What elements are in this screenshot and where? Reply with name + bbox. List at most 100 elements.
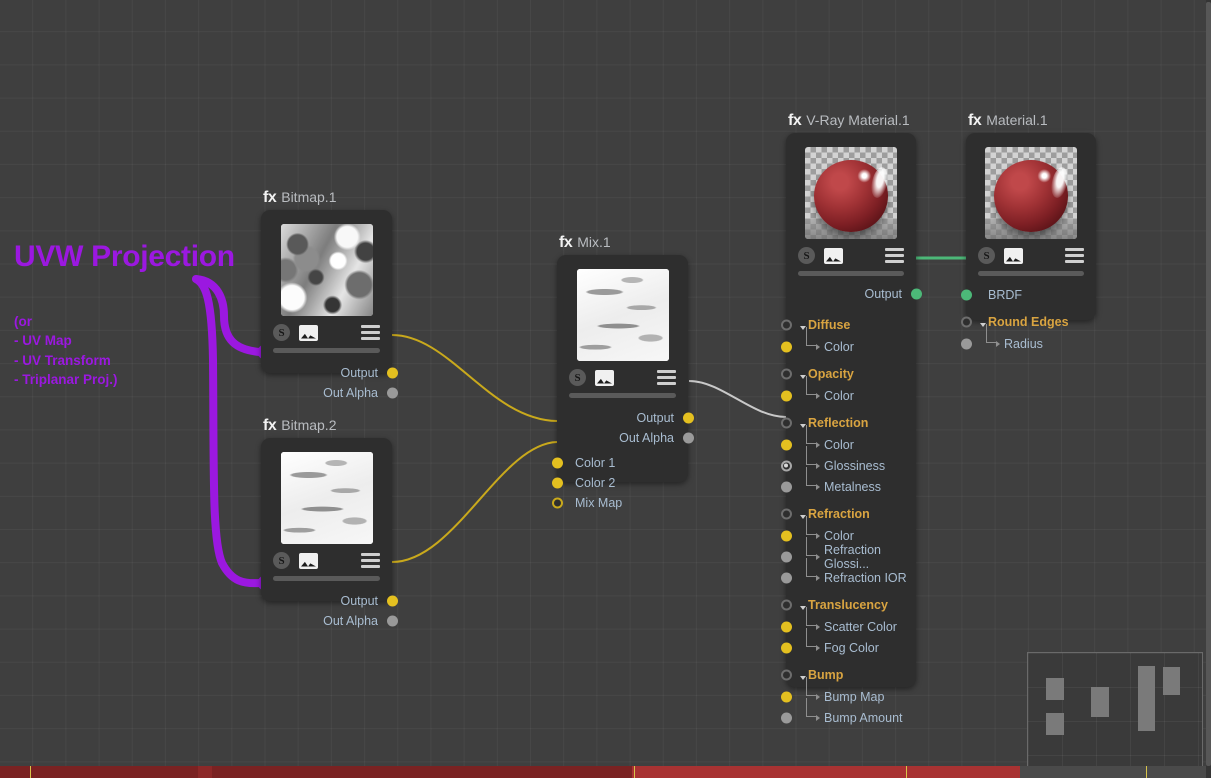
thumbnail-noise-texture[interactable]: [280, 224, 373, 316]
socket-color-2[interactable]: [551, 477, 563, 489]
image-icon[interactable]: [824, 247, 843, 264]
node-toolbar[interactable]: S: [261, 316, 392, 342]
thumbnail-red-sphere-preview[interactable]: [805, 147, 897, 239]
hamburger-icon[interactable]: [885, 248, 904, 263]
thumbnail-marble-texture[interactable]: [280, 452, 373, 544]
image-icon[interactable]: [299, 324, 318, 341]
node-slider[interactable]: [569, 393, 676, 398]
output-port-row[interactable]: Output: [261, 591, 398, 611]
socket-bump-amount[interactable]: [780, 712, 792, 723]
node-bitmap-2[interactable]: fx Bitmap.2 S Output Out Alpha: [261, 417, 398, 628]
image-icon[interactable]: [1004, 247, 1023, 264]
hamburger-icon[interactable]: [1065, 248, 1084, 263]
scrollbar-thumb[interactable]: [1206, 2, 1211, 766]
socket-output[interactable]: [386, 595, 398, 607]
annotation-line: (or: [14, 314, 32, 329]
socket-refraction-ior[interactable]: [780, 572, 792, 583]
socket-metalness[interactable]: [780, 481, 792, 492]
timeline-segment[interactable]: [1020, 766, 1211, 778]
input-port-row-brdf[interactable]: BRDF: [960, 284, 1096, 305]
param-diffuse-color[interactable]: Color: [780, 327, 916, 357]
out-alpha-port-row[interactable]: Out Alpha: [557, 428, 694, 448]
socket-fog-color[interactable]: [780, 642, 792, 653]
node-vray-material-1[interactable]: fx V-Ray Material.1 S Output Diffuse Col…: [780, 112, 922, 725]
param-fog-color[interactable]: Fog Color: [780, 628, 916, 658]
hamburger-icon[interactable]: [361, 325, 380, 340]
socket-bump-map[interactable]: [780, 691, 792, 702]
socket-group-reflection[interactable]: [780, 417, 792, 429]
output-port-row[interactable]: Output: [786, 284, 922, 304]
socket-group-refraction[interactable]: [780, 508, 792, 520]
socket-refraction-glossiness[interactable]: [780, 551, 792, 562]
socket-scatter-color[interactable]: [780, 621, 792, 632]
socket-group-diffuse[interactable]: [780, 319, 792, 331]
node-graph-canvas[interactable]: UVW Projection (or - UV Map - UV Transfo…: [0, 0, 1211, 778]
socket-opacity-color[interactable]: [780, 390, 792, 401]
fx-icon: fx: [968, 112, 982, 129]
annotation-line: - UV Map: [14, 333, 72, 349]
out-alpha-port-row[interactable]: Out Alpha: [261, 611, 398, 631]
image-icon[interactable]: [299, 552, 318, 569]
socket-output[interactable]: [910, 288, 922, 300]
timeline-segment[interactable]: [212, 766, 632, 778]
input-port-row-color-1[interactable]: Color 1: [551, 453, 688, 473]
node-slider[interactable]: [273, 348, 380, 353]
socket-mix-map[interactable]: [551, 497, 563, 509]
socket-radius[interactable]: [960, 338, 972, 349]
socket-color-1[interactable]: [551, 457, 563, 469]
input-port-row-mix-map[interactable]: Mix Map: [551, 493, 688, 513]
s-button[interactable]: S: [273, 324, 290, 341]
fx-icon: fx: [263, 417, 277, 434]
parameter-list: Diffuse Color Opacity Color Reflection C…: [780, 304, 916, 740]
s-button[interactable]: S: [273, 552, 290, 569]
vertical-scrollbar[interactable]: [1206, 0, 1211, 778]
node-mix-1[interactable]: fx Mix.1 S Output Out Alpha Color 1 Colo…: [551, 234, 694, 510]
s-button[interactable]: S: [798, 247, 815, 264]
socket-out-alpha[interactable]: [682, 432, 694, 444]
socket-output[interactable]: [386, 367, 398, 379]
s-button[interactable]: S: [978, 247, 995, 264]
s-button[interactable]: S: [569, 369, 586, 386]
timeline-segment[interactable]: [632, 766, 912, 778]
node-material-1[interactable]: fx Material.1 S BRDF Round Edges Radius: [960, 112, 1096, 351]
param-opacity-color[interactable]: Color: [780, 376, 916, 406]
node-slider[interactable]: [273, 576, 380, 581]
socket-out-alpha[interactable]: [386, 387, 398, 399]
socket-refraction-color[interactable]: [780, 530, 792, 541]
port-label: Output: [864, 287, 902, 301]
input-port-row-color-2[interactable]: Color 2: [551, 473, 688, 493]
bottom-timeline-bar[interactable]: [0, 766, 1211, 778]
node-toolbar[interactable]: S: [966, 239, 1096, 265]
hamburger-icon[interactable]: [657, 370, 676, 385]
node-slider[interactable]: [798, 271, 904, 276]
socket-diffuse-color[interactable]: [780, 341, 792, 352]
param-refraction-ior[interactable]: Refraction IOR: [780, 558, 916, 588]
socket-reflection-color[interactable]: [780, 439, 792, 450]
graph-minimap[interactable]: [1027, 652, 1203, 772]
socket-brdf[interactable]: [960, 289, 972, 300]
socket-group-round-edges[interactable]: [960, 316, 972, 328]
socket-glossiness[interactable]: [780, 460, 792, 471]
param-reflection-metalness[interactable]: Metalness: [780, 467, 916, 497]
socket-group-translucency[interactable]: [780, 599, 792, 611]
node-toolbar[interactable]: S: [786, 239, 916, 265]
image-icon[interactable]: [595, 369, 614, 386]
node-bitmap-1[interactable]: fx Bitmap.1 S Output Out Alpha: [261, 189, 398, 400]
socket-group-bump[interactable]: [780, 669, 792, 681]
out-alpha-port-row[interactable]: Out Alpha: [261, 383, 398, 403]
socket-output[interactable]: [682, 412, 694, 424]
param-bump-amount[interactable]: Bump Amount: [780, 698, 916, 728]
timeline-segment[interactable]: [198, 766, 212, 778]
node-toolbar[interactable]: S: [557, 361, 688, 387]
thumbnail-mix-result[interactable]: [576, 269, 669, 361]
timeline-segment[interactable]: [912, 766, 1020, 778]
node-toolbar[interactable]: S: [261, 544, 392, 570]
thumbnail-red-sphere-preview[interactable]: [985, 147, 1077, 239]
minimap-node-box: [1046, 713, 1064, 735]
hamburger-icon[interactable]: [361, 553, 380, 568]
output-port-row[interactable]: Output: [261, 363, 398, 383]
socket-out-alpha[interactable]: [386, 615, 398, 627]
param-radius[interactable]: Radius: [960, 324, 1096, 354]
socket-group-opacity[interactable]: [780, 368, 792, 380]
output-port-row[interactable]: Output: [557, 408, 694, 428]
